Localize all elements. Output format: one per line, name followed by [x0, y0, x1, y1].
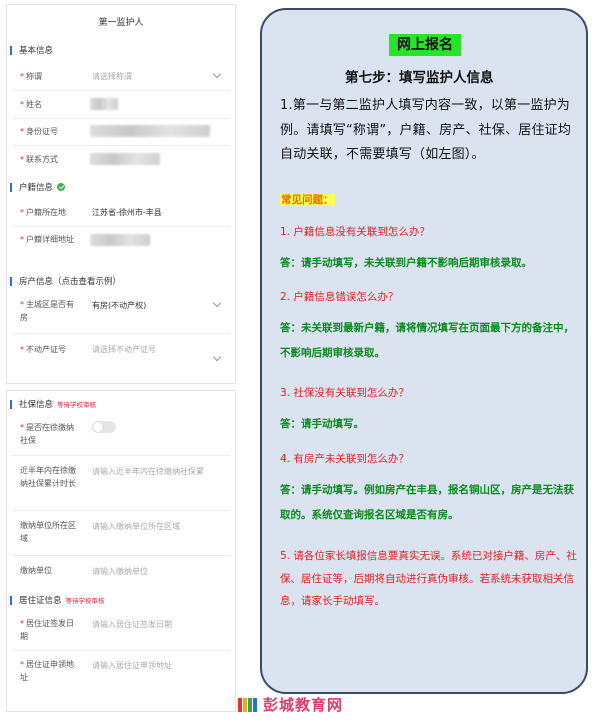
social-paying-toggle[interactable] [92, 421, 116, 433]
question-3: 3. 社保没有关联到怎么办？ [280, 387, 409, 399]
residence-date-label: * 居住证签发日期 [20, 619, 74, 641]
hukou-heading: 户籍信息 [10, 181, 66, 193]
residence-addr-label: * 居住证申领地址 [20, 660, 74, 682]
form-title: 第一监护人 [98, 18, 144, 28]
answer-2: 答：未关联到最新户籍，请将情况填写在页面最下方的备注中，不影响后期审核录取。 [280, 322, 574, 359]
house-owns-select[interactable]: 有房(不动产权) [92, 300, 146, 311]
watermark: 彭城教育网 [238, 694, 343, 715]
watermark-text: 彭城教育网 [263, 696, 344, 714]
hukou-address-label: * 户籍详细地址 [20, 235, 74, 244]
step-title: 第七步：填写监护人信息 [345, 70, 494, 86]
question-4: 4. 有房产未关联到怎么办？ [280, 453, 409, 465]
social-heading: 社保信息 等待学校审核 [10, 398, 96, 410]
book-icon [238, 697, 257, 712]
social-unit-input[interactable]: 请输入缴纳单位 [92, 566, 148, 577]
social-unit-area-input[interactable]: 请输入缴纳单位所在区域 [92, 521, 180, 532]
social-months-label: 近半年内在徐缴纳社保累计时长 [20, 466, 76, 488]
contact-field[interactable] [90, 153, 160, 165]
pending-tag: 等待学校审核 [57, 401, 97, 409]
pending-tag: 等待学校审核 [65, 597, 105, 605]
name-label: * 姓名 [20, 100, 42, 109]
faq-heading: 常见问题： [280, 194, 335, 206]
social-months-input[interactable]: 请输入近半年内在徐缴纳社保累 [92, 466, 222, 477]
basic-info-heading: 基本信息 [10, 44, 53, 56]
house-owns-label: * 主城区是否有房 [20, 300, 74, 322]
hukou-address-field[interactable] [90, 234, 150, 246]
banner-title: 网上报名 [389, 34, 461, 56]
contact-label: * 联系方式 [20, 155, 58, 164]
house-cert-label: * 不动产证号 [20, 345, 66, 354]
check-circle-icon [57, 183, 66, 191]
form-screenshot: 第一监护人 基本信息 * 称谓 请选择称谓 * 姓名 * 身份证号 * 联系方式 户籍信… [0, 0, 240, 726]
house-heading[interactable]: 房产信息（点击查看示例） [10, 275, 121, 287]
social-unit-area-label: 缴纳单位所在区域 [20, 521, 76, 543]
house-cert-select[interactable]: 请选择不动产证号 [92, 344, 156, 355]
id-label: * 身份证号 [20, 127, 58, 136]
note-5: 5. 请各位家长填报信息要真实无误。系统已对接户籍、房产、社保、居住证等，后期将… [280, 550, 577, 607]
id-field[interactable] [90, 125, 210, 137]
residence-heading: 居住证信息 等待学校审核 [10, 594, 105, 606]
residence-date-input[interactable]: 请输入居住证签发日期 [92, 619, 172, 630]
guardian-form-panel: 第一监护人 [6, 4, 236, 384]
hukou-location-value: 江苏省-徐州市-丰县 [92, 208, 162, 217]
answer-1: 答：请手动填写，未关联到户籍不影响后期审核录取。 [280, 257, 532, 269]
answer-4: 答：请手动填写。例如房产在丰县，报名铜山区，房产是无法获取的。系统仅查询报名区域… [280, 484, 574, 521]
question-2: 2. 户籍信息错误怎么办？ [280, 291, 399, 303]
hukou-location-label: * 户籍所在地 [20, 208, 66, 217]
answer-3: 答：请手动填写。 [280, 418, 364, 430]
title-label: * 称谓 [20, 72, 42, 81]
social-paying-label: * 是否在徐缴纳社保 [20, 423, 74, 445]
social-unit-label: 缴纳单位 [20, 566, 52, 575]
question-1: 1. 户籍信息没有关联到怎么办？ [280, 226, 430, 238]
intro-text: 1.第一与第二监护人填写内容一致，以第一监护为例。请填写“称谓”，户籍、房产、社… [280, 98, 572, 162]
residence-addr-input[interactable]: 请输入居住证申领地址 [92, 660, 172, 671]
title-select[interactable]: 请选择称谓 [92, 71, 132, 82]
name-field[interactable] [90, 98, 118, 110]
